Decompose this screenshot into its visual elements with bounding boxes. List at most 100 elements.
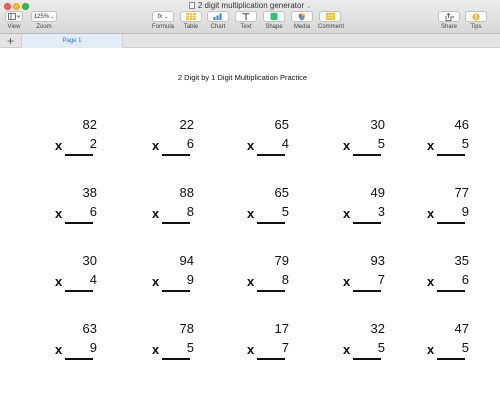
answer-line bbox=[257, 154, 285, 156]
answer-line bbox=[437, 154, 465, 156]
multiplicand: 35 bbox=[454, 253, 469, 268]
multiplier: 8 bbox=[186, 204, 194, 219]
multiplicand: 63 bbox=[82, 321, 97, 336]
chart-icon bbox=[213, 13, 222, 20]
multiplicand: 30 bbox=[370, 117, 385, 132]
media-label: Media bbox=[293, 24, 311, 30]
times-sign: x bbox=[343, 274, 351, 289]
toolbar: 2 digit multiplication generator ⌄ View 1… bbox=[0, 0, 500, 34]
answer-line bbox=[257, 290, 285, 292]
multiplier: 9 bbox=[89, 340, 97, 355]
chart-button[interactable]: Chart bbox=[207, 11, 229, 30]
multiplicand: 46 bbox=[454, 117, 469, 132]
text-icon bbox=[242, 13, 250, 20]
times-sign: x bbox=[343, 206, 351, 221]
multiplication-problem: 63 x 9 bbox=[55, 321, 105, 371]
chevron-down-icon: ⌄ bbox=[164, 13, 169, 20]
times-sign: x bbox=[427, 274, 435, 289]
multiplier: 5 bbox=[461, 340, 469, 355]
multiplication-problem: 88 x 8 bbox=[152, 185, 202, 235]
zoom-control[interactable]: 125% ⌄ Zoom bbox=[31, 11, 57, 30]
multiplication-problem: 94 x 9 bbox=[152, 253, 202, 303]
tips-button[interactable]: Tips bbox=[465, 11, 487, 30]
multiplication-problem: 65 x 4 bbox=[247, 117, 297, 167]
multiplier: 4 bbox=[89, 272, 97, 287]
sidebar-icon bbox=[8, 13, 20, 20]
answer-line bbox=[353, 290, 381, 292]
window-title: 2 digit multiplication generator ⌄ bbox=[0, 1, 500, 10]
zoom-label: Zoom bbox=[36, 24, 52, 30]
text-button[interactable]: Text bbox=[235, 11, 257, 30]
multiplicand: 93 bbox=[370, 253, 385, 268]
chevron-down-icon[interactable]: ⌄ bbox=[306, 4, 311, 10]
formula-label: Formula bbox=[152, 24, 175, 30]
answer-line bbox=[162, 290, 190, 292]
comment-icon bbox=[325, 13, 335, 20]
answer-line bbox=[257, 222, 285, 224]
tab-page-1[interactable]: Page 1 bbox=[22, 34, 123, 48]
multiplier: 5 bbox=[281, 204, 289, 219]
shape-label: Shape bbox=[265, 24, 283, 30]
multiplicand: 17 bbox=[274, 321, 289, 336]
multiplier: 7 bbox=[377, 272, 385, 287]
comment-label: Comment bbox=[318, 24, 345, 30]
times-sign: x bbox=[55, 206, 63, 221]
multiplication-problem: 49 x 3 bbox=[343, 185, 393, 235]
add-sheet-button[interactable]: + bbox=[0, 34, 22, 48]
share-label: Share bbox=[440, 24, 457, 30]
multiplicand: 49 bbox=[370, 185, 385, 200]
shape-button[interactable]: Shape bbox=[263, 11, 285, 30]
answer-line bbox=[353, 222, 381, 224]
multiplicand: 78 bbox=[179, 321, 194, 336]
answer-line bbox=[437, 290, 465, 292]
times-sign: x bbox=[152, 138, 160, 153]
multiplicand: 82 bbox=[82, 117, 97, 132]
multiplication-problem: 30 x 5 bbox=[343, 117, 393, 167]
answer-line bbox=[437, 358, 465, 360]
text-label: Text bbox=[240, 24, 252, 30]
times-sign: x bbox=[247, 138, 255, 153]
formula-button[interactable]: fx ⌄ Formula bbox=[152, 11, 174, 30]
multiplier: 6 bbox=[89, 204, 97, 219]
multiplier: 5 bbox=[377, 340, 385, 355]
multiplication-problem: 65 x 5 bbox=[247, 185, 297, 235]
multiplication-problem: 30 x 4 bbox=[55, 253, 105, 303]
multiplication-problem: 38 x 6 bbox=[55, 185, 105, 235]
share-button[interactable]: Share bbox=[438, 11, 460, 30]
multiplicand: 77 bbox=[454, 185, 469, 200]
multiplicand: 30 bbox=[82, 253, 97, 268]
sheet-tab-bar: + Page 1 bbox=[0, 34, 500, 48]
table-icon bbox=[186, 13, 196, 20]
multiplication-problem: 22 x 6 bbox=[152, 117, 202, 167]
media-button[interactable]: Media bbox=[291, 11, 313, 30]
multiplication-problem: 77 x 9 bbox=[427, 185, 477, 235]
answer-line bbox=[162, 358, 190, 360]
multiplier: 3 bbox=[377, 204, 385, 219]
multiplicand: 94 bbox=[179, 253, 194, 268]
times-sign: x bbox=[343, 342, 351, 357]
multiplication-problem: 82 x 2 bbox=[55, 117, 105, 167]
answer-line bbox=[65, 290, 93, 292]
answer-line bbox=[162, 154, 190, 156]
table-label: Table bbox=[183, 24, 199, 30]
multiplication-problem: 79 x 8 bbox=[247, 253, 297, 303]
multiplication-problem: 47 x 5 bbox=[427, 321, 477, 371]
table-button[interactable]: Table bbox=[180, 11, 202, 30]
times-sign: x bbox=[55, 274, 63, 289]
multiplier: 2 bbox=[89, 136, 97, 151]
multiplier: 5 bbox=[186, 340, 194, 355]
view-button[interactable]: View bbox=[5, 11, 23, 30]
lightbulb-icon bbox=[472, 12, 480, 21]
chart-label: Chart bbox=[210, 24, 226, 30]
view-label: View bbox=[7, 24, 21, 30]
answer-line bbox=[65, 222, 93, 224]
times-sign: x bbox=[152, 274, 160, 289]
multiplication-problem: 93 x 7 bbox=[343, 253, 393, 303]
multiplicand: 65 bbox=[274, 185, 289, 200]
times-sign: x bbox=[247, 342, 255, 357]
multiplication-problem: 17 x 7 bbox=[247, 321, 297, 371]
shape-icon bbox=[270, 13, 278, 20]
times-sign: x bbox=[247, 274, 255, 289]
times-sign: x bbox=[427, 206, 435, 221]
comment-button[interactable]: Comment bbox=[318, 11, 345, 30]
